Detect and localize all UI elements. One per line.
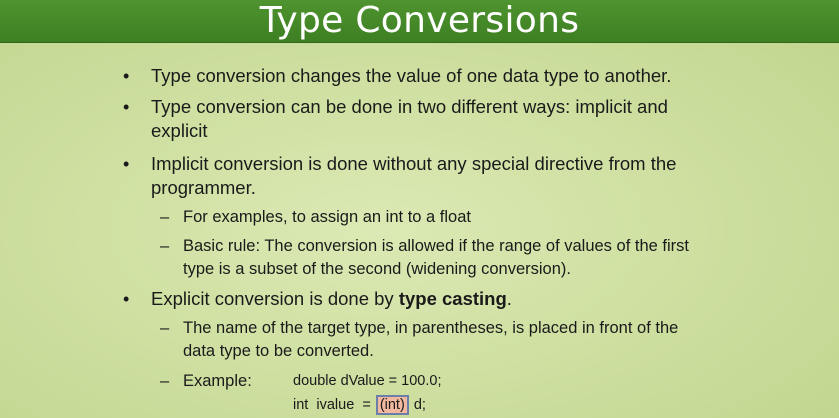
bullet-dot: • (123, 154, 130, 174)
bullet-2-line-1: Type conversion can be done in two diffe… (151, 96, 668, 117)
code-line-2-prefix: int ivalue = (293, 397, 375, 413)
title-bar: Type Conversions (0, 0, 839, 43)
bullet-1-line-1: Type conversion changes the value of one… (151, 65, 672, 86)
sub-dash: – (160, 372, 170, 390)
example-label: Example: (183, 372, 252, 390)
implicit-sub-2-line-2: type is a subset of the second (widening… (183, 260, 571, 278)
bullet-dot: • (123, 289, 130, 309)
bullet-dot: • (123, 66, 130, 86)
cast-highlight: (int) (375, 395, 409, 415)
implicit-sub-1: For examples, to assign an int to a floa… (183, 208, 471, 226)
slide-title: Type Conversions (259, 0, 580, 41)
code-line-1: double dValue = 100.0; (293, 373, 442, 389)
bullet-3-line-2: programmer. (151, 177, 256, 198)
bullet-2-line-2: explicit (151, 120, 208, 141)
bullet-4-bold: type casting (398, 288, 507, 309)
bullet-dot: • (123, 97, 130, 117)
bullet-4-prefix: Explicit conversion is done by (151, 288, 399, 309)
sub-dash: – (160, 319, 170, 337)
bullet-4-line-1: Explicit conversion is done by type cast… (151, 287, 512, 311)
bullet-4-suffix: . (506, 288, 512, 309)
sub-dash: – (160, 237, 170, 255)
explicit-sub-1-line-2: data type to be converted. (183, 342, 374, 360)
sub-dash: – (160, 208, 170, 226)
explicit-sub-1-line-1: The name of the target type, in parenthe… (183, 319, 679, 337)
implicit-sub-2-line-1: Basic rule: The conversion is allowed if… (183, 237, 689, 255)
code-line-2-suffix: d; (409, 397, 426, 413)
bullet-3-line-1: Implicit conversion is done without any … (151, 153, 677, 174)
code-line-2: int ivalue = (int) d; (293, 395, 426, 415)
